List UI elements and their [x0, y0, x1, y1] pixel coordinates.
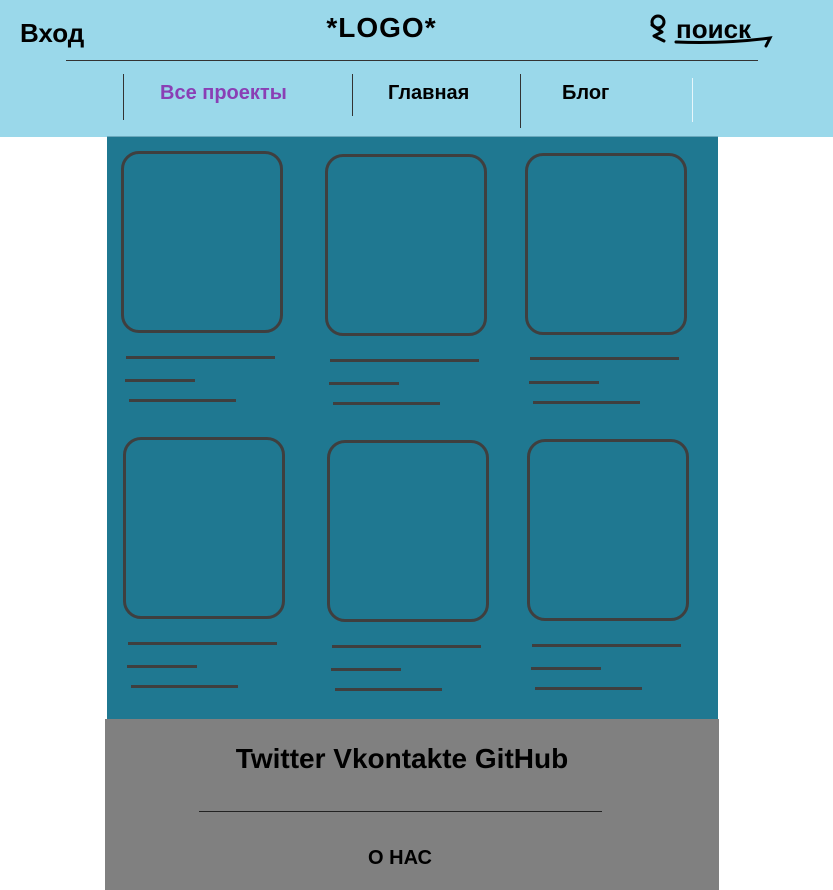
about-link[interactable]: О НАС	[105, 847, 695, 870]
card-text-line	[131, 685, 238, 688]
card-title-line	[126, 356, 275, 359]
card-text-line	[125, 379, 195, 382]
projects-grid	[107, 136, 718, 720]
github-link[interactable]: GitHub	[475, 743, 568, 774]
project-card[interactable]	[327, 440, 489, 622]
social-links: Twitter Vkontakte GitHub	[105, 743, 699, 775]
nav-separator	[520, 74, 521, 128]
footer-divider	[199, 811, 602, 812]
project-card[interactable]	[121, 151, 283, 333]
card-text-line	[531, 667, 601, 670]
search-underline	[674, 36, 773, 48]
twitter-link[interactable]: Twitter	[236, 743, 326, 774]
nav-separator	[123, 74, 124, 120]
vkontakte-link[interactable]: Vkontakte	[333, 743, 467, 774]
card-text-line	[335, 688, 442, 691]
nav-item-home[interactable]: Главная	[388, 82, 469, 105]
card-title-line	[332, 645, 481, 648]
nav-separator	[692, 78, 693, 122]
site-header: Вход *LOGO* поиск Все проекты Главная Бл…	[0, 0, 833, 137]
card-text-line	[533, 401, 640, 404]
project-card[interactable]	[123, 437, 285, 619]
card-text-line	[333, 402, 440, 405]
header-divider	[66, 60, 758, 61]
card-title-line	[530, 357, 679, 360]
search-icon	[650, 14, 666, 43]
card-title-line	[128, 642, 277, 645]
card-text-line	[329, 382, 399, 385]
card-text-line	[529, 381, 599, 384]
nav-item-all-projects[interactable]: Все проекты	[160, 82, 287, 105]
card-title-line	[532, 644, 681, 647]
nav-separator	[352, 74, 353, 116]
project-card[interactable]	[525, 153, 687, 335]
project-card[interactable]	[325, 154, 487, 336]
card-title-line	[330, 359, 479, 362]
card-text-line	[127, 665, 197, 668]
nav-item-blog[interactable]: Блог	[562, 82, 609, 105]
card-text-line	[331, 668, 401, 671]
site-footer: Twitter Vkontakte GitHub О НАС	[105, 719, 719, 890]
project-card[interactable]	[527, 439, 689, 621]
card-text-line	[129, 399, 236, 402]
search-button[interactable]: поиск	[648, 14, 778, 48]
card-text-line	[535, 687, 642, 690]
